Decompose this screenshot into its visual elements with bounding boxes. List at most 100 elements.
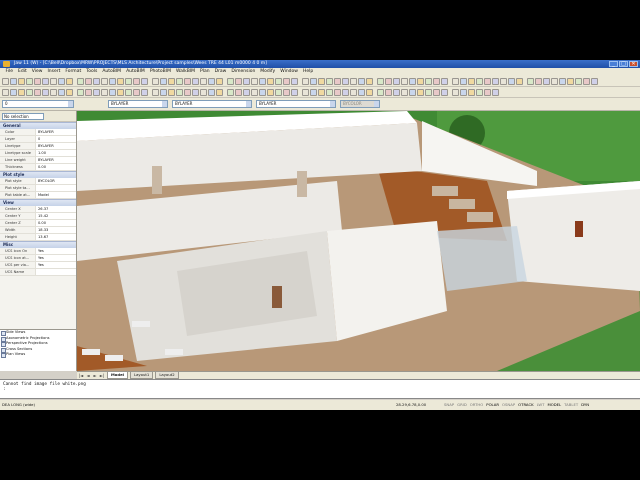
view-tool-icon[interactable]	[109, 89, 116, 96]
property-value[interactable]: 26.37	[35, 206, 76, 212]
view-tool-icon[interactable]	[26, 89, 33, 96]
property-value[interactable]: Yes	[35, 248, 76, 254]
menu-file[interactable]: File	[3, 68, 16, 76]
menu-autobim-2[interactable]: AutoBIM	[124, 68, 148, 76]
property-row[interactable]: UCS icon On Yes	[0, 248, 76, 255]
standard-tool-icon[interactable]	[168, 78, 175, 85]
standard-tool-icon[interactable]	[433, 78, 440, 85]
view-tool-icon[interactable]	[259, 89, 266, 96]
menu-draw[interactable]: Draw	[212, 68, 229, 76]
standard-tool-icon[interactable]	[583, 78, 590, 85]
view-tool-icon[interactable]	[66, 89, 73, 96]
view-tool-icon[interactable]	[433, 89, 440, 96]
section-header[interactable]: Plot style	[0, 171, 76, 178]
view-tool-icon[interactable]	[152, 89, 159, 96]
property-row[interactable]: Width 18.33	[0, 227, 76, 234]
property-value[interactable]: 0	[35, 136, 76, 142]
minimize-button[interactable]: _	[609, 61, 618, 67]
view-tool-icon[interactable]	[168, 89, 175, 96]
standard-tool-icon[interactable]	[101, 78, 108, 85]
standard-tool-icon[interactable]	[559, 78, 566, 85]
standard-tool-icon[interactable]	[551, 78, 558, 85]
view-tool-icon[interactable]	[160, 89, 167, 96]
view-tool-icon[interactable]	[350, 89, 357, 96]
standard-tool-icon[interactable]	[184, 78, 191, 85]
standard-tool-icon[interactable]	[567, 78, 574, 85]
view-tool-icon[interactable]	[409, 89, 416, 96]
section-header[interactable]: General	[0, 122, 76, 129]
view-tool-icon[interactable]	[441, 89, 448, 96]
property-value[interactable]: 0.00	[35, 164, 76, 170]
standard-tool-icon[interactable]	[117, 78, 124, 85]
standard-tool-icon[interactable]	[77, 78, 84, 85]
property-value[interactable]: Model	[35, 192, 76, 198]
standard-tool-icon[interactable]	[527, 78, 534, 85]
menu-dimension[interactable]: Dimension	[229, 68, 258, 76]
status-toggle-model[interactable]: MODEL	[547, 400, 561, 410]
standard-tool-icon[interactable]	[334, 78, 341, 85]
status-toggle-snap[interactable]: SNAP	[444, 400, 454, 410]
view-tool-icon[interactable]	[77, 89, 84, 96]
property-row[interactable]: Center X 26.37	[0, 206, 76, 213]
view-tool-icon[interactable]	[417, 89, 424, 96]
view-tool-icon[interactable]	[117, 89, 124, 96]
view-tool-icon[interactable]	[125, 89, 132, 96]
tab-layout2[interactable]: Layout2	[155, 372, 179, 379]
view-tool-icon[interactable]	[291, 89, 298, 96]
view-tool-icon[interactable]	[275, 89, 282, 96]
property-value[interactable]: 15.42	[35, 213, 76, 219]
property-value[interactable]: 1.00	[35, 150, 76, 156]
standard-tool-icon[interactable]	[10, 78, 17, 85]
status-toggle-tablet[interactable]: TABLET	[564, 400, 578, 410]
view-tool-icon[interactable]	[101, 89, 108, 96]
section-header[interactable]: View	[0, 199, 76, 206]
view-tool-icon[interactable]	[484, 89, 491, 96]
property-value[interactable]: Yes	[35, 262, 76, 268]
standard-tool-icon[interactable]	[152, 78, 159, 85]
view-tool-icon[interactable]	[318, 89, 325, 96]
menu-insert[interactable]: Insert	[45, 68, 63, 76]
property-row[interactable]: UCS icon at... Yes	[0, 255, 76, 262]
tab-model[interactable]: Model	[107, 372, 128, 379]
standard-tool-icon[interactable]	[192, 78, 199, 85]
drawing-viewport[interactable]	[77, 111, 640, 371]
view-tool-icon[interactable]	[216, 89, 223, 96]
tab-first-button[interactable]: |◄	[78, 373, 84, 378]
view-tool-icon[interactable]	[251, 89, 258, 96]
view-tool-icon[interactable]	[385, 89, 392, 96]
property-row[interactable]: Line weight BYLAYER	[0, 157, 76, 164]
view-tool-icon[interactable]	[302, 89, 309, 96]
view-tool-icon[interactable]	[476, 89, 483, 96]
standard-tool-icon[interactable]	[342, 78, 349, 85]
standard-tool-icon[interactable]	[326, 78, 333, 85]
property-value[interactable]: 13.67	[35, 234, 76, 240]
property-row[interactable]: Color BYLAYER	[0, 129, 76, 136]
status-toggle-ortho[interactable]: ORTHO	[470, 400, 484, 410]
standard-tool-icon[interactable]	[125, 78, 132, 85]
view-tool-icon[interactable]	[200, 89, 207, 96]
menu-help[interactable]: Help	[300, 68, 315, 76]
menu-plan[interactable]: Plan	[198, 68, 213, 76]
property-value[interactable]: BYLAYER	[35, 129, 76, 135]
menu-window[interactable]: Window	[278, 68, 301, 76]
view-tool-icon[interactable]	[452, 89, 459, 96]
property-row[interactable]: UCS per via... Yes	[0, 262, 76, 269]
property-row[interactable]: Thickness 0.00	[0, 164, 76, 171]
view-tool-icon[interactable]	[460, 89, 467, 96]
standard-tool-icon[interactable]	[441, 78, 448, 85]
property-row[interactable]: Linetype scale 1.00	[0, 150, 76, 157]
view-tool-icon[interactable]	[393, 89, 400, 96]
standard-tool-icon[interactable]	[516, 78, 523, 85]
standard-tool-icon[interactable]	[275, 78, 282, 85]
standard-tool-icon[interactable]	[484, 78, 491, 85]
tab-prev-button[interactable]: ◄	[85, 373, 91, 378]
standard-tool-icon[interactable]	[216, 78, 223, 85]
tab-last-button[interactable]: ►|	[99, 373, 105, 378]
view-tool-icon[interactable]	[326, 89, 333, 96]
view-tool-icon[interactable]	[2, 89, 9, 96]
standard-tool-icon[interactable]	[393, 78, 400, 85]
standard-tool-icon[interactable]	[208, 78, 215, 85]
standard-tool-icon[interactable]	[2, 78, 9, 85]
view-tool-icon[interactable]	[334, 89, 341, 96]
view-tool-icon[interactable]	[85, 89, 92, 96]
